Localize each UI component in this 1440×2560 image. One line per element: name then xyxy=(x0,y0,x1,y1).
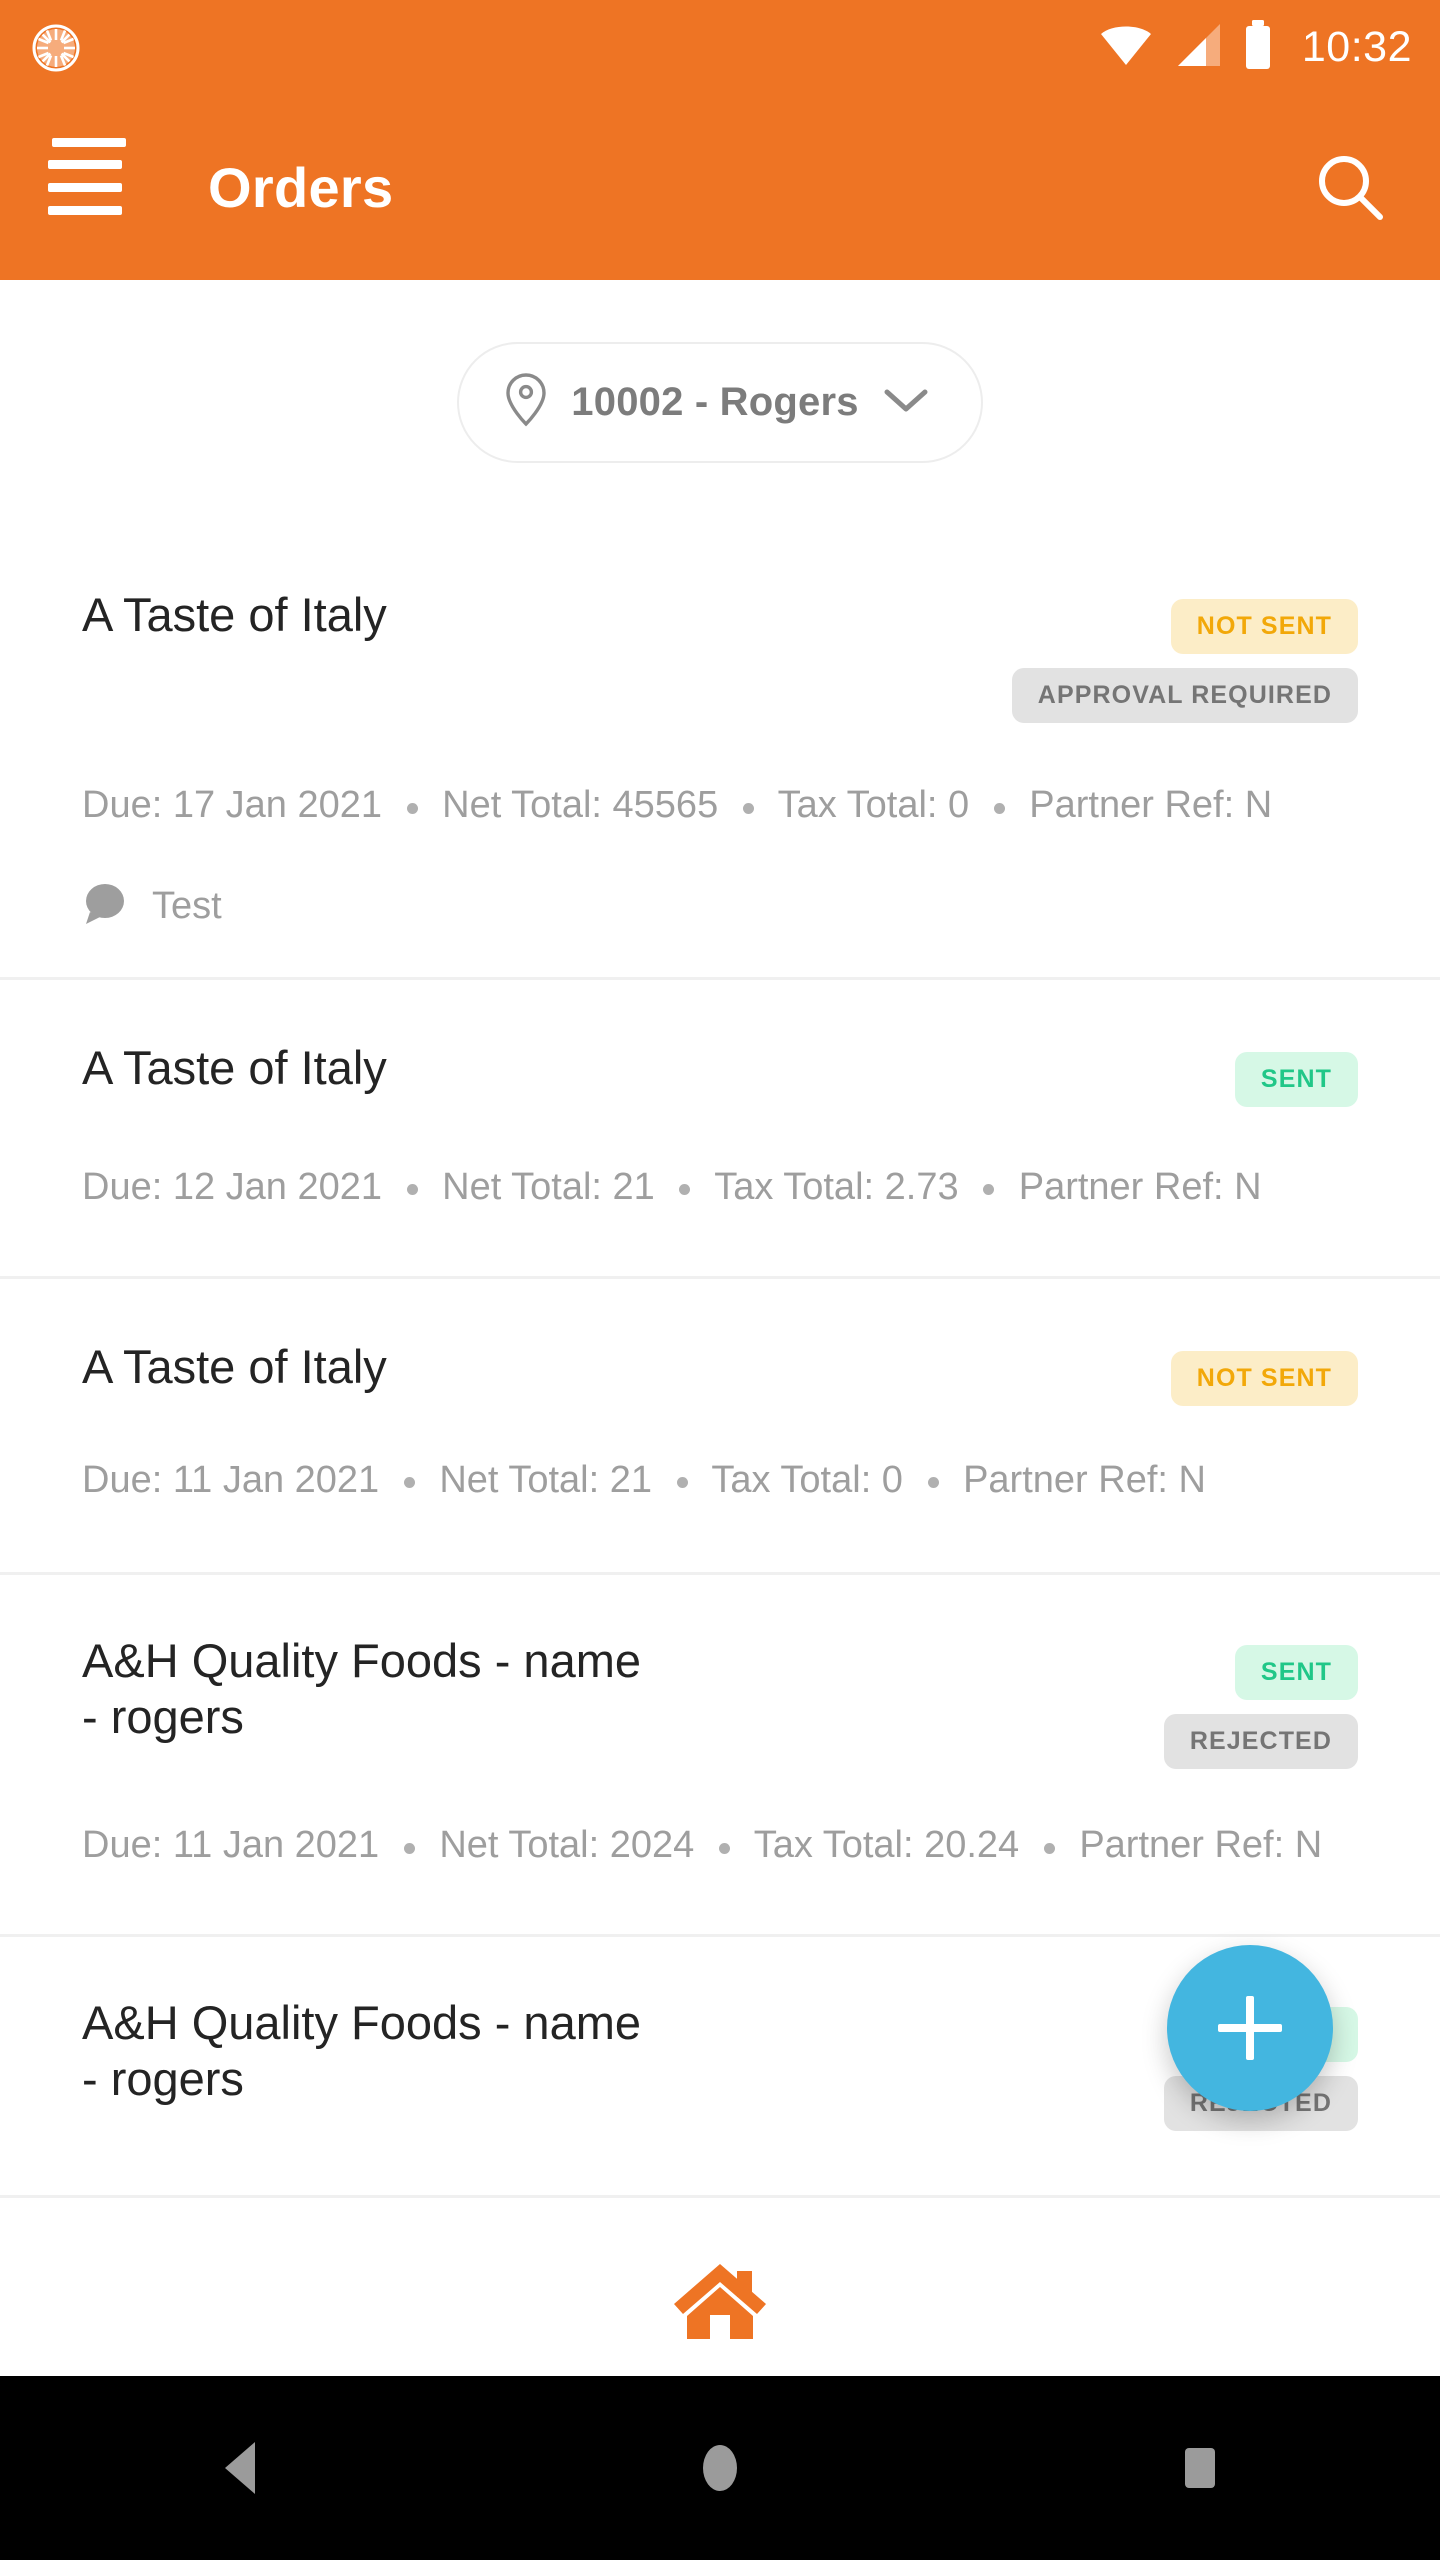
meta-separator xyxy=(718,1824,730,1870)
status-badge: SENT xyxy=(1234,1645,1358,1701)
wifi-icon xyxy=(1098,20,1154,75)
bottom-home-bar xyxy=(0,2228,1440,2376)
order-comment: Test xyxy=(82,882,1358,931)
back-triangle-icon[interactable] xyxy=(140,2376,340,2560)
status-badge: NOT SENT xyxy=(1170,599,1358,654)
meta-separator xyxy=(406,1166,418,1212)
order-header: A Taste of Italy SENT xyxy=(82,1040,1358,1107)
order-net-total: Net Total: 21 xyxy=(439,1458,652,1501)
meta-separator xyxy=(927,1459,939,1505)
meta-separator xyxy=(983,1166,995,1212)
status-badge: NOT SENT xyxy=(1170,1350,1358,1406)
status-bar-clock: 10:32 xyxy=(1301,23,1412,71)
order-status-badges: SENT xyxy=(1234,1040,1358,1107)
order-list-item[interactable]: A Taste of Italy NOT SENT APPROVAL REQUI… xyxy=(0,525,1440,980)
comment-text: Test xyxy=(152,884,222,927)
location-label: 10002 - Rogers xyxy=(571,380,859,424)
order-title: A Taste of Italy xyxy=(82,1339,387,1393)
comment-bubble-icon xyxy=(82,882,128,931)
order-meta: Due: 11 Jan 2021 Net Total: 21 Tax Total… xyxy=(82,1458,1358,1505)
order-list-item[interactable]: A Taste of Italy NOT SENT Due: 11 Jan 20… xyxy=(0,1279,1440,1576)
order-title: A&H Quality Foods - name - rogers xyxy=(82,1634,641,1743)
home-icon[interactable] xyxy=(671,2257,769,2348)
order-due: Due: 11 Jan 2021 xyxy=(82,1458,380,1501)
cellular-signal-icon xyxy=(1172,20,1224,75)
order-title: A&H Quality Foods - name - rogers xyxy=(82,1996,641,2105)
plus-icon-vertical xyxy=(1246,1996,1254,2060)
meta-separator xyxy=(993,784,1005,830)
home-circle-icon[interactable] xyxy=(620,2376,820,2560)
status-badge: SENT xyxy=(1234,1051,1358,1107)
meta-separator xyxy=(742,784,754,830)
menu-notification-badge xyxy=(52,137,126,147)
order-due: Due: 12 Jan 2021 xyxy=(82,1165,383,1208)
order-list-item[interactable]: A&H Quality Foods - name - rogers SENT R… xyxy=(0,1575,1440,1938)
order-meta: Due: 12 Jan 2021 Net Total: 21 Tax Total… xyxy=(82,1165,1358,1212)
meta-separator xyxy=(1043,1824,1055,1870)
app-bar: Orders xyxy=(0,95,1440,280)
order-due: Due: 17 Jan 2021 xyxy=(82,784,383,826)
status-bar-left-icons xyxy=(28,20,84,76)
status-badge: REJECTED xyxy=(1163,1714,1358,1770)
meta-separator xyxy=(406,784,418,830)
location-selector[interactable]: 10002 - Rogers xyxy=(457,342,983,463)
order-header: A Taste of Italy NOT SENT xyxy=(82,1339,1358,1406)
order-partner-ref: Partner Ref: N xyxy=(1079,1824,1323,1867)
order-tax-total: Tax Total: 0 xyxy=(711,1458,903,1501)
chevron-down-icon xyxy=(881,384,931,421)
order-partner-ref: Partner Ref: N xyxy=(963,1458,1206,1501)
search-icon[interactable] xyxy=(1300,138,1400,238)
meta-separator xyxy=(403,1824,415,1870)
phone-screen: 10:32 Orders 10002 - Rogers A Taste of I… xyxy=(0,0,1440,2560)
order-due: Due: 11 Jan 2021 xyxy=(82,1824,380,1867)
order-tax-total: Tax Total: 2.73 xyxy=(714,1165,959,1208)
android-navigation-bar xyxy=(0,2376,1440,2560)
order-tax-total: Tax Total: 0 xyxy=(777,784,970,826)
order-list-item[interactable]: A Taste of Italy SENT Due: 12 Jan 2021 N… xyxy=(0,980,1440,1279)
sync-icon xyxy=(28,20,84,76)
order-partner-ref: Partner Ref: N xyxy=(1029,784,1273,826)
order-header: A Taste of Italy NOT SENT APPROVAL REQUI… xyxy=(82,587,1358,723)
order-status-badges: NOT SENT xyxy=(1170,1339,1358,1406)
meta-separator xyxy=(403,1459,415,1505)
order-title: A Taste of Italy xyxy=(82,1040,387,1094)
status-badge: APPROVAL REQUIRED xyxy=(1011,668,1358,723)
order-net-total: Net Total: 45565 xyxy=(442,784,719,826)
hamburger-menu-icon[interactable] xyxy=(40,137,132,234)
order-header: A&H Quality Foods - name - rogers SENT R… xyxy=(82,1633,1358,1770)
recents-square-icon[interactable] xyxy=(1100,2376,1300,2560)
page-title: Orders xyxy=(208,156,394,219)
order-header: A&H Quality Foods - name - rogers SENT R… xyxy=(82,1995,1358,2132)
battery-icon xyxy=(1242,19,1274,76)
order-tax-total: Tax Total: 20.24 xyxy=(753,1824,1020,1867)
order-net-total: Net Total: 21 xyxy=(442,1165,655,1208)
meta-separator xyxy=(676,1459,688,1505)
meta-separator xyxy=(679,1166,691,1212)
order-partner-ref: Partner Ref: N xyxy=(1018,1165,1262,1208)
order-status-badges: SENT REJECTED xyxy=(1163,1633,1358,1770)
order-status-badges: NOT SENT APPROVAL REQUIRED xyxy=(1011,587,1358,723)
order-net-total: Net Total: 2024 xyxy=(439,1824,695,1867)
order-meta: Due: 17 Jan 2021 Net Total: 45565 Tax To… xyxy=(82,783,1358,830)
add-order-fab[interactable] xyxy=(1167,1945,1333,2111)
status-bar: 10:32 xyxy=(0,0,1440,95)
map-pin-icon xyxy=(503,372,549,433)
order-title: A Taste of Italy xyxy=(82,588,387,641)
order-meta: Due: 11 Jan 2021 Net Total: 2024 Tax Tot… xyxy=(82,1823,1358,1870)
location-selector-row: 10002 - Rogers xyxy=(0,280,1440,525)
status-bar-right-icons: 10:32 xyxy=(1098,19,1412,76)
